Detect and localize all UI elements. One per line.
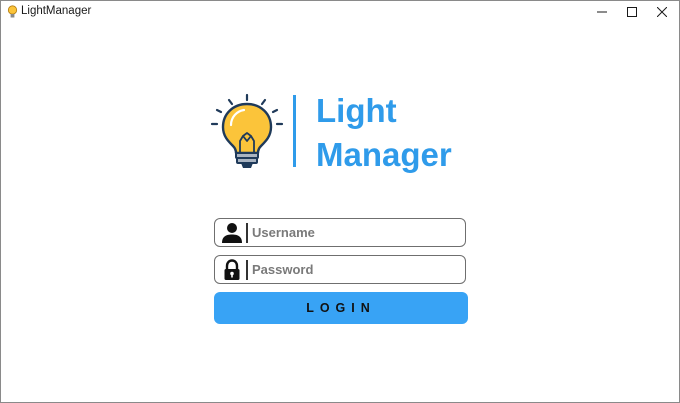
password-field[interactable]: [214, 255, 466, 284]
maximize-icon: [627, 7, 637, 17]
logo-divider: [293, 95, 296, 167]
username-input[interactable]: [252, 221, 457, 243]
title-bar[interactable]: LightManager: [1, 1, 679, 23]
lock-icon: [224, 259, 240, 280]
app-lightbulb-icon: [7, 5, 18, 18]
user-icon: [222, 223, 242, 243]
close-icon: [657, 7, 667, 17]
login-button-label: LOGIN: [306, 301, 376, 315]
close-button[interactable]: [646, 1, 678, 23]
username-field-separator: [246, 223, 248, 243]
login-button[interactable]: LOGIN: [214, 292, 468, 324]
app-logo-text: Light Manager: [316, 89, 452, 177]
username-field[interactable]: [214, 218, 466, 247]
minimize-icon: [597, 11, 607, 13]
maximize-button[interactable]: [616, 1, 648, 23]
password-input[interactable]: [252, 258, 457, 280]
app-window: Light Manager Light Manager Username LOGI…: [0, 0, 680, 403]
minimize-button[interactable]: [586, 1, 618, 23]
lightbulb-icon: [210, 93, 284, 168]
logo-text-line-2: Manager: [316, 136, 452, 173]
window-title: LightManager: [21, 5, 92, 17]
password-field-separator: [246, 260, 248, 280]
logo-text-line-1: Light: [316, 92, 397, 129]
